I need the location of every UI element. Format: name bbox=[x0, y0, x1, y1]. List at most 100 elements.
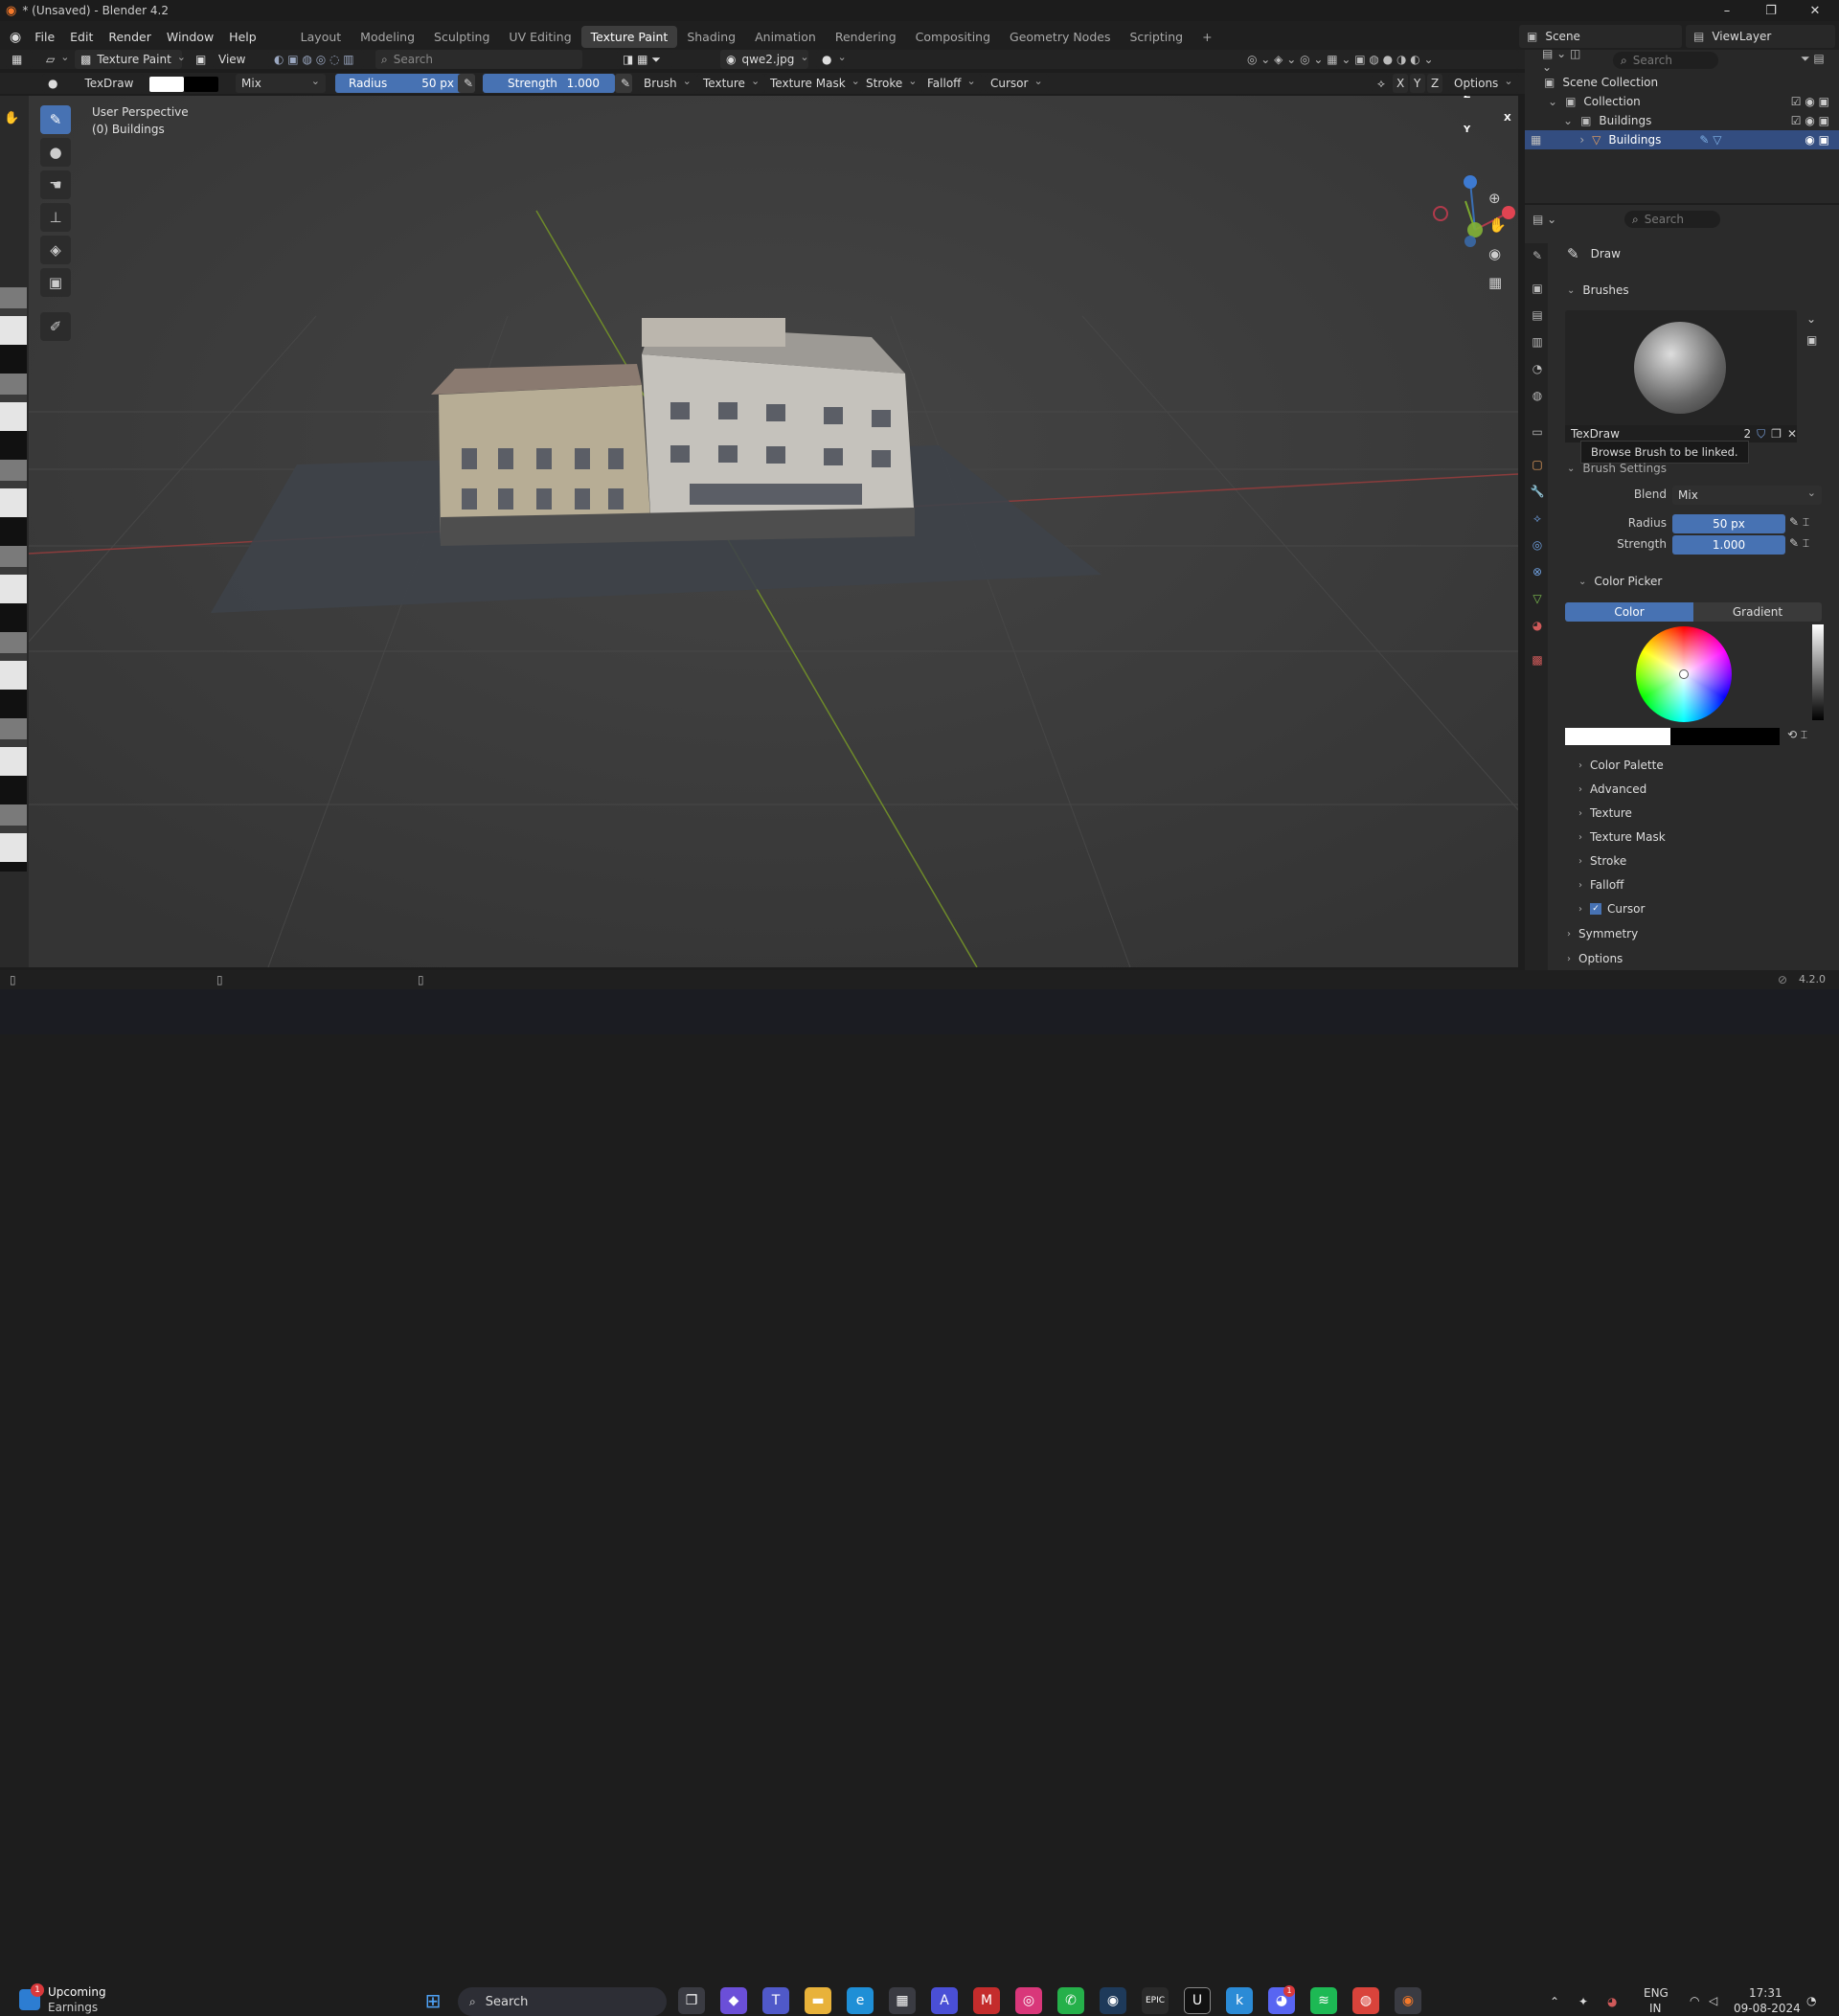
maximize-button[interactable]: ❐ bbox=[1749, 0, 1793, 21]
mask-tool-icon[interactable]: ▣ bbox=[40, 268, 71, 297]
image-selector[interactable]: ◉ qwe2.jpg bbox=[720, 50, 808, 69]
outliner-display-mode[interactable]: ▤ ⌄ ◫ ⌄ bbox=[1542, 47, 1590, 74]
tool-tab-icon[interactable]: ✎ bbox=[1529, 247, 1546, 264]
swap-colors-icon[interactable]: ⟲ ⌶ bbox=[1787, 728, 1807, 742]
filter-icon[interactable]: ⏷ ▤ bbox=[1801, 52, 1825, 66]
viewlayer-selector[interactable]: ▤ ViewLayer bbox=[1686, 25, 1835, 48]
notification-bell-icon[interactable]: ◔ bbox=[1806, 1994, 1816, 2007]
close-button[interactable]: ✕ bbox=[1793, 0, 1837, 21]
strength-pressure-icon[interactable]: ✎ ⌶ bbox=[1789, 536, 1809, 551]
volume-icon[interactable]: ◁ bbox=[1709, 1994, 1717, 2007]
section-texture-mask[interactable]: › Texture Mask bbox=[1578, 830, 1666, 844]
clone-tool-icon[interactable]: ⊥ bbox=[40, 203, 71, 232]
properties-search-input[interactable]: ⌕ Search bbox=[1624, 211, 1720, 228]
outliner-row-collection[interactable]: ⌄ ▣ Collection ☑ ◉ ▣ bbox=[1525, 92, 1839, 111]
scene-selector[interactable]: ▣ Scene bbox=[1519, 25, 1682, 48]
viewport-overlay-controls[interactable]: ◎ ⌄ ◈ ⌄ ◎ ⌄ ▦ ⌄ ▣ ◍ ● ◑ ◐ ⌄ bbox=[1241, 50, 1519, 69]
search-field[interactable]: ⌕ Search bbox=[375, 50, 582, 69]
view-layer-tab-icon[interactable]: ▥ bbox=[1529, 333, 1546, 351]
texture-tab-icon[interactable]: ▩ bbox=[1529, 651, 1546, 668]
epic-games-icon[interactable]: EPIC bbox=[1142, 1987, 1169, 2014]
menu-render[interactable]: Render bbox=[101, 30, 159, 44]
task-view-icon[interactable]: ❐ bbox=[678, 1987, 705, 2014]
unreal-engine-icon[interactable]: U bbox=[1184, 1987, 1211, 2014]
texture-menu[interactable]: Texture bbox=[697, 74, 766, 93]
gradient-tab[interactable]: Gradient bbox=[1693, 602, 1822, 622]
constraints-tab-icon[interactable]: ⊗ bbox=[1529, 563, 1546, 580]
render-tab-icon[interactable]: ▣ bbox=[1529, 280, 1546, 297]
tab-layout[interactable]: Layout bbox=[291, 26, 352, 48]
radius-slider[interactable]: Radius 50 px bbox=[335, 74, 469, 93]
outliner-row-buildings-object[interactable]: ▦ › ▽ Buildings ✎ ▽ ◉ ▣ bbox=[1525, 130, 1839, 149]
collection-tab-icon[interactable]: ▭ bbox=[1529, 423, 1546, 441]
radius-pressure-icon[interactable]: ✎ ⌶ bbox=[1789, 515, 1809, 530]
physics-tab-icon[interactable]: ◎ bbox=[1529, 536, 1546, 554]
strength-slider-panel[interactable]: 1.000 bbox=[1672, 535, 1785, 555]
menu-window[interactable]: Window bbox=[159, 30, 221, 44]
section-symmetry[interactable]: › Symmetry bbox=[1567, 927, 1638, 940]
bookmark-filter-icons[interactable]: ◨ ▦ ⏷ bbox=[617, 50, 672, 69]
visibility-icons[interactable]: ◉ ▣ bbox=[1805, 133, 1829, 147]
fill-tool-icon[interactable]: ◈ bbox=[40, 236, 71, 264]
radius-pressure-icon[interactable]: ✎ bbox=[458, 74, 475, 93]
soften-tool-icon[interactable]: ● bbox=[40, 138, 71, 167]
3d-viewport[interactable]: User Perspective (0) Buildings X Z Y ⊕ ✋… bbox=[29, 96, 1518, 967]
fake-user-shield-icon[interactable]: ⛉ bbox=[1757, 427, 1765, 442]
color-tab[interactable]: Color bbox=[1565, 602, 1693, 622]
object-tab-icon[interactable]: ▢ bbox=[1529, 456, 1546, 473]
image-slot-icon[interactable]: ● bbox=[816, 50, 845, 69]
unlink-brush-icon[interactable]: ✕ bbox=[1787, 427, 1797, 441]
stroke-menu[interactable]: Stroke bbox=[860, 74, 923, 93]
tab-scripting[interactable]: Scripting bbox=[1120, 26, 1192, 48]
visibility-icons[interactable]: ☑ ◉ ▣ bbox=[1791, 95, 1829, 108]
section-stroke[interactable]: › Stroke bbox=[1578, 854, 1626, 868]
tab-uv-editing[interactable]: UV Editing bbox=[499, 26, 580, 48]
language-label[interactable]: ENG bbox=[1644, 1986, 1669, 2000]
whatsapp-icon[interactable]: ✆ bbox=[1057, 1987, 1084, 2014]
secondary-color-field[interactable] bbox=[1670, 728, 1780, 745]
camera-view-icon[interactable]: ◉ bbox=[1488, 245, 1501, 262]
particles-tab-icon[interactable]: ⟡ bbox=[1529, 510, 1546, 527]
steam-icon[interactable]: ◉ bbox=[1100, 1987, 1126, 2014]
file-explorer-icon[interactable]: ▬ bbox=[805, 1987, 831, 2014]
section-advanced[interactable]: › Advanced bbox=[1578, 782, 1646, 796]
minimize-button[interactable]: – bbox=[1705, 0, 1749, 21]
edge-icon[interactable]: e bbox=[847, 1987, 874, 2014]
blend-dropdown-panel[interactable]: Mix bbox=[1672, 486, 1822, 505]
tab-rendering[interactable]: Rendering bbox=[826, 26, 906, 48]
draw-tool-icon[interactable]: ✎ bbox=[40, 105, 71, 134]
copilot-icon[interactable]: ◆ bbox=[720, 1987, 747, 2014]
tab-animation[interactable]: Animation bbox=[745, 26, 826, 48]
tab-shading[interactable]: Shading bbox=[677, 26, 745, 48]
teams-icon[interactable]: T bbox=[762, 1987, 789, 2014]
widget-title[interactable]: Upcoming bbox=[48, 1985, 106, 1999]
tray-security-icon[interactable]: ◕ bbox=[1607, 1995, 1617, 2008]
tray-app-icon[interactable]: ✦ bbox=[1578, 1995, 1588, 2008]
symmetry-y-toggle[interactable]: Y bbox=[1410, 74, 1425, 93]
brush-dropdown-icon[interactable]: ⌄ bbox=[1806, 312, 1816, 326]
section-brushes[interactable]: ⌄ Brushes bbox=[1567, 283, 1629, 297]
cursor-menu[interactable]: Cursor bbox=[985, 74, 1049, 93]
mode-dropdown[interactable]: ▩ Texture Paint bbox=[75, 50, 182, 69]
mode-icon[interactable]: ▱ bbox=[40, 50, 69, 69]
outliner-row-scene-collection[interactable]: ▣ Scene Collection bbox=[1525, 73, 1839, 92]
properties-editor-icon[interactable]: ▤ ⌄ bbox=[1532, 213, 1556, 226]
brush-menu[interactable]: Brush bbox=[638, 74, 697, 93]
clock-time[interactable]: 17:31 bbox=[1749, 1986, 1782, 2000]
chrome-icon[interactable]: ◍ bbox=[1352, 1987, 1379, 2014]
material-tab-icon[interactable]: ◕ bbox=[1529, 617, 1546, 634]
outliner-row-buildings-collection[interactable]: ⌄ ▣ Buildings ☑ ◉ ▣ bbox=[1525, 111, 1839, 130]
strength-pressure-icon[interactable]: ✎ bbox=[615, 74, 632, 93]
color-wheel-cursor[interactable] bbox=[1679, 669, 1689, 679]
editor-type-icon[interactable]: ▦ bbox=[6, 50, 33, 69]
tab-sculpting[interactable]: Sculpting bbox=[424, 26, 499, 48]
section-options[interactable]: › Options bbox=[1567, 952, 1623, 965]
value-slider[interactable] bbox=[1812, 624, 1824, 720]
tab-compositing[interactable]: Compositing bbox=[906, 26, 1000, 48]
add-workspace-button[interactable]: + bbox=[1192, 26, 1221, 48]
taskbar-search-box[interactable]: ⌕ Search bbox=[458, 1987, 667, 2016]
hand-tool-icon[interactable]: ✋ bbox=[4, 111, 19, 125]
world-tab-icon[interactable]: ◍ bbox=[1529, 387, 1546, 404]
annotate-tool-icon[interactable]: ✐ bbox=[40, 312, 71, 341]
smear-tool-icon[interactable]: ☚ bbox=[40, 170, 71, 199]
